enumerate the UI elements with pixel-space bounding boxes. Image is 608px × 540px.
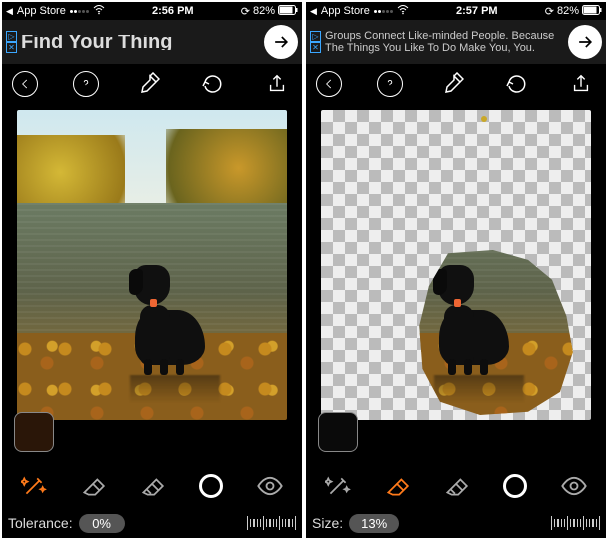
share-button[interactable] [262, 69, 292, 99]
rotation-lock-icon: ⟳ [241, 5, 250, 18]
brush-settings-button[interactable] [437, 69, 467, 99]
status-bar: ◀ App Store 2:56 PM ⟳ 82% [2, 2, 302, 20]
slider-value[interactable]: 13% [349, 514, 399, 533]
eraser-tool[interactable] [76, 469, 110, 503]
slider-ticks[interactable] [247, 516, 296, 530]
battery-icon [278, 5, 298, 18]
adchoices-icon[interactable]: ▷✕ [310, 31, 321, 53]
ad-text: Groups Connect Like-minded People. Becau… [325, 30, 564, 54]
cell-signal-icon [70, 10, 89, 13]
color-sample-swatch[interactable] [14, 412, 54, 452]
screen-left: ◀ App Store 2:56 PM ⟳ 82% ▷✕ Find Your T… [2, 2, 302, 538]
screen-right: ◀ App Store 2:57 PM ⟳ 82% ▷✕ Groups Conn… [306, 2, 606, 538]
back-to-app-icon[interactable]: ◀ [6, 6, 13, 17]
canvas-area[interactable] [2, 104, 302, 464]
brush-settings-button[interactable] [133, 69, 163, 99]
slider-label: Size: [312, 515, 343, 531]
image-cutout[interactable] [321, 110, 591, 420]
rotation-lock-icon: ⟳ [545, 5, 554, 18]
clock: 2:56 PM [152, 5, 194, 17]
eraser-tool[interactable] [380, 469, 414, 503]
top-toolbar [2, 64, 302, 104]
share-button[interactable] [566, 69, 596, 99]
target-tool[interactable] [498, 469, 532, 503]
back-to-app-icon[interactable]: ◀ [310, 6, 317, 17]
clock: 2:57 PM [456, 5, 498, 17]
magic-wand-tool[interactable] [321, 469, 355, 503]
ad-go-button[interactable] [568, 25, 602, 59]
battery-percent: 82% [253, 5, 275, 17]
slider-value[interactable]: 0% [79, 514, 125, 533]
ad-banner[interactable]: ▷✕ Groups Connect Like-minded People. Be… [306, 20, 606, 64]
slider-row: Tolerance: 0% [2, 508, 302, 538]
back-button[interactable] [316, 71, 342, 97]
battery-percent: 82% [557, 5, 579, 17]
battery-icon [582, 5, 602, 18]
slider-row: Size: 13% [306, 508, 606, 538]
wifi-icon [93, 5, 105, 18]
help-button[interactable] [377, 71, 403, 97]
slider-ticks[interactable] [551, 516, 600, 530]
restore-tool[interactable] [439, 469, 473, 503]
preview-tool[interactable] [557, 469, 591, 503]
ad-go-button[interactable] [264, 25, 298, 59]
cell-signal-icon [374, 10, 393, 13]
back-to-app-label[interactable]: App Store [321, 5, 370, 17]
top-toolbar [306, 64, 606, 104]
restore-tool[interactable] [135, 469, 169, 503]
bottom-toolbar [306, 464, 606, 508]
undo-button[interactable] [198, 69, 228, 99]
wifi-icon [397, 5, 409, 18]
status-bar: ◀ App Store 2:57 PM ⟳ 82% [306, 2, 606, 20]
adchoices-icon[interactable]: ▷✕ [6, 31, 17, 53]
target-tool[interactable] [194, 469, 228, 503]
magic-wand-tool[interactable] [17, 469, 51, 503]
back-to-app-label[interactable]: App Store [17, 5, 66, 17]
help-button[interactable] [73, 71, 99, 97]
canvas-area[interactable] [306, 104, 606, 464]
undo-button[interactable] [502, 69, 532, 99]
subject-dog [130, 265, 220, 375]
slider-label: Tolerance: [8, 515, 73, 531]
preview-tool[interactable] [253, 469, 287, 503]
image-original[interactable] [17, 110, 287, 420]
subject-cutout [416, 250, 576, 415]
color-sample-swatch[interactable] [318, 412, 358, 452]
back-button[interactable] [12, 71, 38, 97]
ad-text: Find Your Thing [21, 35, 260, 50]
ad-banner[interactable]: ▷✕ Find Your Thing [2, 20, 302, 64]
bottom-toolbar [2, 464, 302, 508]
